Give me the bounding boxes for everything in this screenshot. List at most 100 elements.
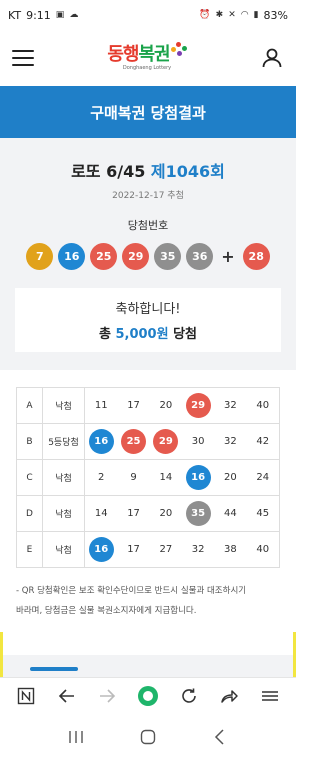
row-result: 낙첨 [42,495,85,532]
more-menu-icon[interactable] [257,683,283,709]
winning-numbers-label: 당첨번호 [127,219,169,232]
ticket-cell: 29 [149,423,182,460]
recent-apps-icon[interactable] [63,724,89,750]
refresh-icon[interactable] [176,683,202,709]
prize-prefix: 총 [98,327,111,342]
back-nav-icon[interactable] [207,724,233,750]
ticket-number: 30 [191,436,205,447]
mute-icon: ✕ [228,10,236,20]
ticket-number: 9 [130,472,137,483]
home-nav-icon[interactable] [135,724,161,750]
ticket-cell: 38 [214,531,247,568]
logo-subtitle: Donghaeng Lottery [122,64,172,71]
ticket-number: 11 [94,400,108,411]
ticket-number: 24 [256,472,270,483]
ticket-number: 17 [127,508,140,519]
reader-mode-icon[interactable] [13,683,39,709]
ticket-number: 20 [224,472,237,483]
ticket-cell: 40 [246,531,280,568]
ticket-cell: 30 [181,423,215,460]
ticket-cell: 32 [214,423,247,460]
ticket-table: A 낙첨 11 17 20 29 32 40 B 5등당첨 16 25 29 30 32 42 C 낙첨 2 9 14 1… [16,387,280,568]
clock-label: 9:11 [26,8,51,22]
prize-amount: 5,000원 [115,327,169,342]
matched-number: 16 [88,429,114,454]
game-name: 로또 6/45 [71,162,146,181]
row-result: 낙첨 [42,531,85,568]
battery-label: 83% [263,8,288,22]
ticket-cell: 17 [117,495,150,532]
gallery-icon: ▣ [55,10,65,20]
back-icon[interactable] [54,683,80,709]
logo-text: 동행복권 [107,43,170,65]
app-header: 동행복권 Donghaeng Lottery [0,30,296,86]
prize-suffix: 당첨 [173,327,198,342]
matched-number: 29 [185,393,211,418]
ticket-cell: 40 [246,387,280,424]
ticket-cell: 20 [149,387,182,424]
matched-number: 16 [185,465,211,490]
ticket-number: 45 [256,508,270,519]
ticket-number: 42 [256,436,270,447]
ticket-cell: 25 [117,423,150,460]
row-label: E [16,531,43,568]
matched-number: 35 [185,501,211,526]
ticket-cell: 16 [84,531,118,568]
share-icon[interactable] [216,683,242,709]
ticket-number: 38 [224,544,237,555]
ticket-cell: 17 [117,531,150,568]
result-box: 축하합니다! 총 5,000원 당첨 [15,288,281,352]
system-nav-bar [0,713,296,760]
user-icon[interactable] [260,46,284,70]
footer-peek [0,655,296,677]
draw-title: 로또 6/45 제1046회 [15,158,281,182]
footer-tab-indicator [30,667,78,671]
winning-numbers: 7 16 25 29 35 36 +28 [15,243,281,270]
ticket-number: 17 [127,544,140,555]
ticket-cell: 2 [84,459,118,496]
ticket-cell: 20 [214,459,247,496]
qr-notice: - QR 당첨확인은 보조 확인수단이므로 반드시 실물과 대조하시기 바라며,… [0,568,296,621]
home-icon[interactable] [135,683,161,709]
ticket-cell: 32 [181,531,215,568]
ticket-cell: 35 [181,495,215,532]
signal-icon: ▮ [253,10,259,20]
congrats-text: 축하합니다! [115,302,181,317]
wifi-icon: ◠ [240,10,249,20]
ticket-cell: 24 [246,459,280,496]
ticket-cell: 44 [214,495,247,532]
ticket-cell: 14 [84,495,118,532]
winning-ball: 29 [122,243,150,270]
hamburger-icon[interactable] [12,50,34,66]
draw-date: 2022-12-17 추첨 [112,191,184,201]
winning-ball: 7 [26,243,54,270]
draw-section: 로또 6/45 제1046회 2022-12-17 추첨 당첨번호 7 16 25 2… [0,138,296,370]
row-result: 낙첨 [42,459,85,496]
draw-round: 제1046회 [150,162,225,181]
ticket-number: 40 [256,544,270,555]
bluetooth-icon: ✱ [215,10,224,20]
matched-number: 29 [153,429,179,454]
row-result: 5등당첨 [42,423,85,460]
page-title: 구매복권 당첨결과 [0,86,296,138]
ticket-cell: 16 [181,459,215,496]
bonus-plus: + [221,247,235,266]
ticket-number: 17 [127,400,140,411]
row-label: C [16,459,43,496]
forward-icon[interactable] [94,683,120,709]
ticket-number: 40 [256,400,270,411]
bonus-ball: 28 [242,243,270,270]
ticket-cell: 42 [246,423,280,460]
ticket-number: 14 [94,508,108,519]
status-bar: KT 9:11 ▣ ☁ ⏰ ✱ ✕ ◠ ▮ 83% [0,0,296,30]
ticket-cell: 45 [246,495,280,532]
ticket-cell: 9 [117,459,150,496]
ticket-row: D 낙첨 14 17 20 35 44 45 [16,495,280,532]
ticket-number: 32 [191,544,205,555]
winning-ball: 16 [58,243,86,270]
ticket-cell: 27 [149,531,182,568]
ticket-section: A 낙첨 11 17 20 29 32 40 B 5등당첨 16 25 29 30 32 42 C 낙첨 2 9 14 1… [0,370,296,568]
logo[interactable]: 동행복권 Donghaeng Lottery [107,41,187,71]
ticket-row: A 낙첨 11 17 20 29 32 40 [16,387,280,424]
ticket-row: E 낙첨 16 17 27 32 38 40 [16,531,280,568]
